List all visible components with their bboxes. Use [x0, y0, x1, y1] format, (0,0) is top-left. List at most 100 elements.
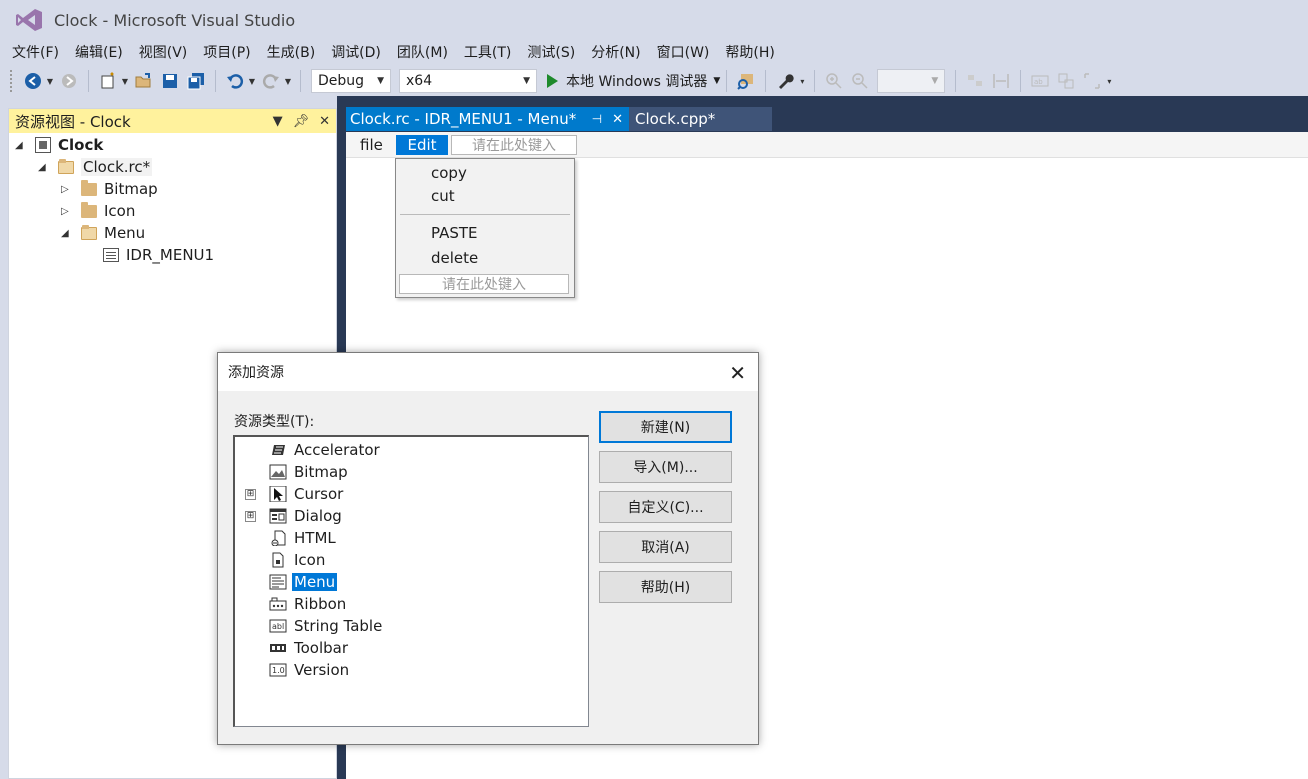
tree-item-bitmap[interactable]: ▷ Bitmap	[61, 178, 158, 200]
folder-icon	[81, 201, 97, 218]
menu-file[interactable]: 文件(F)	[4, 42, 67, 62]
start-debugging-button[interactable]: 本地 Windows 调试器 ▼	[547, 71, 720, 91]
solution-configuration-select[interactable]: Debug ▼	[311, 69, 391, 93]
list-item-menu[interactable]: Menu	[235, 571, 585, 593]
play-icon	[547, 74, 558, 88]
tree-item-label: Clock.rc*	[81, 158, 153, 176]
expand-icon[interactable]: ⊞	[245, 488, 256, 500]
menu-window[interactable]: 窗口(W)	[649, 42, 718, 62]
toolbar-grip[interactable]	[10, 70, 14, 92]
custom-button[interactable]: 自定义(C)...	[599, 491, 732, 523]
list-item-cursor[interactable]: ⊞ Cursor	[235, 483, 585, 505]
svg-text:ab: ab	[1034, 78, 1043, 86]
list-item-bitmap[interactable]: Bitmap	[235, 461, 585, 483]
menu-test[interactable]: 测试(S)	[519, 42, 583, 62]
window-position-icon[interactable]: ▼	[273, 114, 283, 129]
menu-view[interactable]: 视图(V)	[131, 42, 196, 62]
platform-value: x64	[406, 73, 433, 89]
tree-item-idr-menu1[interactable]: IDR_MENU1	[103, 244, 214, 266]
close-icon[interactable]: ✕	[729, 361, 746, 385]
dropdown-item-copy[interactable]: copy	[431, 164, 467, 182]
tree-item-project[interactable]: ◢ Clock	[15, 134, 103, 156]
tree-item-icon[interactable]: ▷ Icon	[61, 200, 135, 222]
expanded-arrow-icon[interactable]: ◢	[15, 140, 27, 151]
tree-item-label: Menu	[104, 224, 146, 242]
list-item-label: HTML	[294, 529, 336, 547]
redo-dropdown-icon[interactable]: ▼	[284, 70, 292, 92]
new-button[interactable]: 新建(N)	[599, 411, 732, 443]
back-dropdown-icon[interactable]: ▼	[46, 70, 54, 92]
undo-dropdown-icon[interactable]: ▼	[248, 70, 256, 92]
list-item-html[interactable]: HTML	[235, 527, 585, 549]
make-same-size-icon	[1055, 70, 1077, 92]
expanded-arrow-icon[interactable]: ◢	[38, 162, 50, 173]
tab-clock-rc-menu[interactable]: Clock.rc - IDR_MENU1 - Menu* ⊣ ✕	[346, 107, 629, 131]
configuration-value: Debug	[318, 73, 365, 89]
list-item-version[interactable]: 1.0 Version	[235, 659, 585, 681]
list-item-label: Version	[294, 661, 350, 679]
close-icon[interactable]: ✕	[319, 114, 330, 129]
menu-build[interactable]: 生成(B)	[259, 42, 324, 62]
expanded-arrow-icon[interactable]: ◢	[61, 228, 73, 239]
solution-platform-select[interactable]: x64 ▼	[399, 69, 537, 93]
toolbar-options-icon[interactable]: ▾	[798, 70, 806, 92]
tab-clock-cpp[interactable]: Clock.cpp*	[629, 107, 772, 131]
list-item-dialog[interactable]: ⊞ Dialog	[235, 505, 585, 527]
toolbar-separator	[215, 70, 216, 92]
resource-view-header: 资源视图 - Clock ▼ 📌︎ ✕	[9, 109, 336, 133]
forward-icon[interactable]	[58, 70, 80, 92]
save-all-icon[interactable]	[185, 70, 207, 92]
list-item-ribbon[interactable]: Ribbon	[235, 593, 585, 615]
menu-debug[interactable]: 调试(D)	[323, 42, 389, 62]
chevron-down-icon: ▼	[931, 76, 939, 86]
list-item-icon[interactable]: Icon	[235, 549, 585, 571]
folder-open-icon	[58, 158, 74, 174]
save-icon[interactable]	[159, 70, 181, 92]
tree-item-rc-file[interactable]: ◢ Clock.rc*	[38, 156, 153, 178]
new-dropdown-icon[interactable]: ▼	[121, 70, 129, 92]
toolbar-options-icon[interactable]: ▾	[1105, 70, 1113, 92]
redo-icon[interactable]	[260, 70, 282, 92]
menu-analyze[interactable]: 分析(N)	[583, 42, 648, 62]
cancel-button[interactable]: 取消(A)	[599, 531, 732, 563]
undo-icon[interactable]	[224, 70, 246, 92]
pin-icon[interactable]: ⊣	[592, 112, 602, 126]
string-table-icon: abl	[269, 619, 287, 633]
collapsed-arrow-icon[interactable]: ▷	[61, 184, 73, 195]
resource-type-label: 资源类型(T):	[234, 414, 315, 430]
collapsed-arrow-icon[interactable]: ▷	[61, 206, 73, 217]
find-in-files-icon[interactable]	[735, 70, 757, 92]
zoom-select: ▼	[877, 69, 946, 93]
tree-item-menu[interactable]: ◢ Menu	[61, 222, 145, 244]
menu-editor-item-file[interactable]: file	[360, 136, 383, 154]
dropdown-item-cut[interactable]: cut	[431, 187, 455, 205]
close-tab-icon[interactable]: ✕	[612, 112, 623, 127]
import-button[interactable]: 导入(M)...	[599, 451, 732, 483]
list-item-accelerator[interactable]: Accelerator	[235, 439, 585, 461]
list-item-label: Icon	[294, 551, 326, 569]
menu-project[interactable]: 项目(P)	[195, 42, 258, 62]
dropdown-item-paste[interactable]: PASTE	[431, 224, 478, 242]
type-here-menubar-field[interactable]: 请在此处键入	[451, 135, 577, 155]
new-project-icon[interactable]	[97, 70, 119, 92]
wrench-icon[interactable]	[774, 70, 796, 92]
menu-help[interactable]: 帮助(H)	[717, 42, 782, 62]
menu-tools[interactable]: 工具(T)	[456, 42, 519, 62]
expand-icon[interactable]: ⊞	[245, 510, 256, 522]
dropdown-item-delete[interactable]: delete	[431, 249, 478, 267]
help-button[interactable]: 帮助(H)	[599, 571, 732, 603]
pin-icon[interactable]: 📌︎	[293, 114, 310, 129]
list-item-toolbar[interactable]: Toolbar	[235, 637, 585, 659]
menu-editor-item-edit[interactable]: Edit	[396, 135, 448, 155]
toolbar-separator	[765, 70, 767, 92]
resource-type-list[interactable]: Accelerator Bitmap ⊞ Cursor ⊞ Dialog HTM…	[233, 435, 589, 727]
menu-edit[interactable]: 编辑(E)	[67, 42, 131, 62]
menu-resource-icon	[269, 574, 287, 590]
tree-item-label: Icon	[104, 202, 136, 220]
list-item-string-table[interactable]: abl String Table	[235, 615, 585, 637]
back-icon[interactable]	[22, 70, 44, 92]
open-file-icon[interactable]	[133, 70, 155, 92]
menu-team[interactable]: 团队(M)	[389, 42, 456, 62]
type-here-dropdown-field[interactable]: 请在此处键入	[399, 274, 569, 294]
align-icon	[964, 70, 986, 92]
